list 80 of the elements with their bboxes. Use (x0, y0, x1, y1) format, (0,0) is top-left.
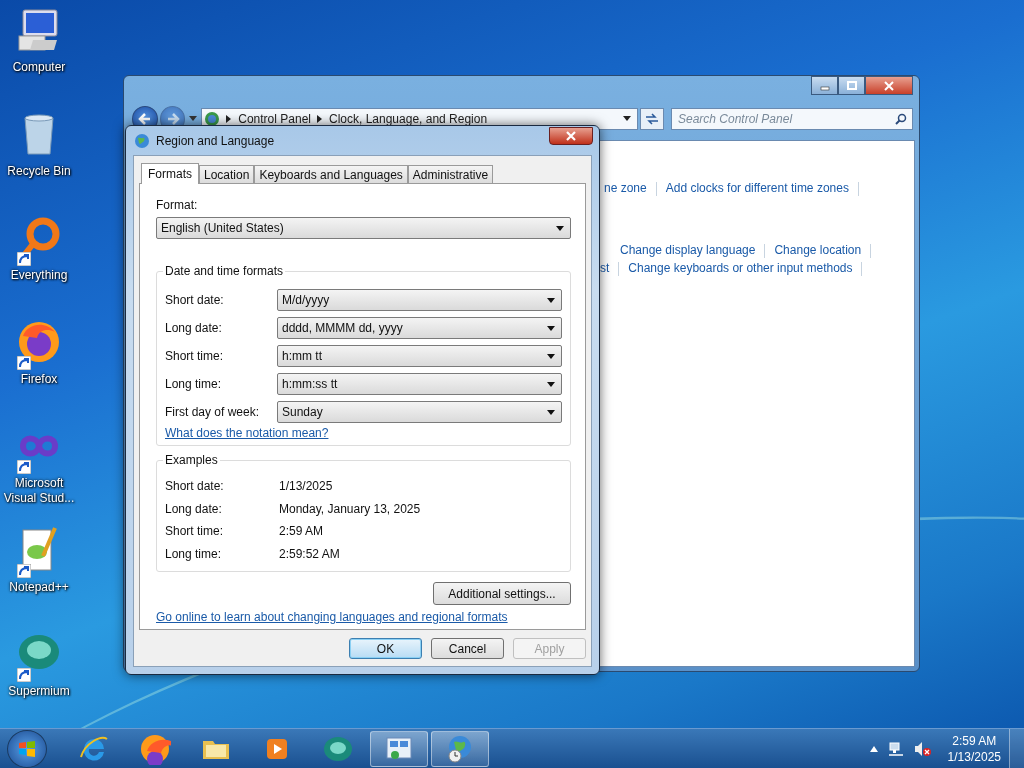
dropdown[interactable]: M/d/yyyy (277, 289, 562, 311)
muted-speaker-icon[interactable] (913, 740, 932, 757)
search-field[interactable]: Search Control Panel (671, 108, 913, 130)
chevron-icon[interactable] (226, 115, 233, 123)
group-title: Examples (163, 453, 220, 467)
help-link[interactable]: What does the notation mean? (165, 426, 329, 440)
field-label: Short date: (165, 293, 225, 307)
example-value: 2:59 AM (279, 524, 324, 539)
group-title: Date and time formats (163, 264, 286, 278)
taskbar-button[interactable] (431, 730, 489, 767)
task-link[interactable]: st (600, 261, 610, 276)
caret-icon (547, 297, 555, 303)
example-value: 1/13/2025 (279, 479, 333, 494)
field-label: Short time: (165, 349, 225, 363)
task-link[interactable]: ne zone (604, 181, 647, 196)
tab[interactable]: Location (199, 165, 255, 183)
close-icon (566, 130, 576, 141)
forward-arrow-icon (165, 112, 180, 126)
task-link[interactable]: Add clocks for different time zones (665, 181, 849, 196)
field-label: First day of week: (165, 405, 261, 419)
tab[interactable]: Formats (141, 163, 199, 184)
dialog-button[interactable]: Cancel (431, 638, 504, 659)
firefox-icon (139, 732, 171, 765)
field-label: Long time: (165, 377, 223, 391)
icon-label[interactable]: Recycle Bin (1, 164, 77, 179)
icon-label[interactable]: Computer (1, 60, 77, 75)
start-button[interactable] (7, 729, 47, 768)
windows-logo-icon (17, 738, 37, 759)
task-link[interactable]: Change location (774, 243, 862, 258)
online-link[interactable]: Go online to learn about changing languages and regional formats (156, 610, 508, 625)
breadcrumb-item[interactable]: Control Panel (238, 112, 311, 126)
dropdown[interactable]: h:mm:ss tt (277, 373, 562, 395)
close-button[interactable] (549, 126, 593, 145)
show-hidden-icons-icon[interactable] (869, 745, 878, 752)
example-value: Monday, January 13, 2025 (279, 501, 421, 516)
control-panel-icon (204, 111, 221, 127)
refresh-button[interactable] (640, 108, 664, 130)
tab[interactable]: Keyboards and Languages (254, 165, 408, 183)
dropdown[interactable]: Sunday (277, 401, 562, 423)
format-label: Format: (156, 198, 199, 213)
icon-label[interactable]: Everything (1, 268, 77, 283)
dropdown[interactable]: h:mm tt (277, 345, 562, 367)
tab[interactable]: Administrative (407, 165, 494, 183)
show-desktop-button[interactable] (1009, 728, 1024, 768)
caret-icon (556, 225, 564, 231)
caret-icon[interactable] (623, 116, 632, 122)
task-link[interactable]: Change keyboards or other input methods (628, 261, 853, 276)
caret-icon (547, 325, 555, 331)
caret-icon (547, 353, 555, 359)
maximize-icon (846, 80, 857, 91)
clock-time[interactable]: 2:59 AM (952, 732, 997, 749)
globe-icon (134, 132, 150, 149)
minimize-button[interactable] (811, 76, 838, 95)
field-label: Long date: (165, 321, 223, 335)
breadcrumb-item[interactable]: Clock, Language, and Region (329, 112, 488, 126)
back-arrow-icon (137, 112, 152, 126)
network-icon[interactable] (887, 740, 904, 757)
close-icon (884, 80, 894, 91)
chevron-icon[interactable] (317, 115, 323, 123)
additional-settings-button[interactable]: Additional settings... (433, 582, 571, 605)
caret-icon (547, 409, 555, 415)
field-label: Long time: (165, 546, 223, 561)
dropdown[interactable]: dddd, MMMM dd, yyyy (277, 317, 562, 339)
refresh-icon (645, 113, 660, 125)
icon-label[interactable]: Firefox (1, 372, 77, 387)
search-icon (895, 113, 907, 125)
close-button[interactable] (865, 76, 913, 95)
icon-label[interactable]: Microsoft Visual Stud... (1, 476, 77, 506)
field-label: Short date: (165, 479, 225, 494)
field-label: Short time: (165, 524, 225, 539)
taskbar-button[interactable] (370, 730, 428, 767)
task-link[interactable]: Change display language (620, 243, 756, 258)
field-label: Long date: (165, 501, 223, 516)
clock-date[interactable]: 1/13/2025 (947, 748, 1001, 765)
maximize-button[interactable] (838, 76, 865, 95)
caret-icon (547, 381, 555, 387)
dropdown[interactable]: English (United States) (156, 217, 571, 239)
dialog-title: Region and Language (156, 133, 276, 148)
example-value: 2:59:52 AM (279, 546, 340, 561)
dialog-button[interactable]: OK (349, 638, 422, 659)
